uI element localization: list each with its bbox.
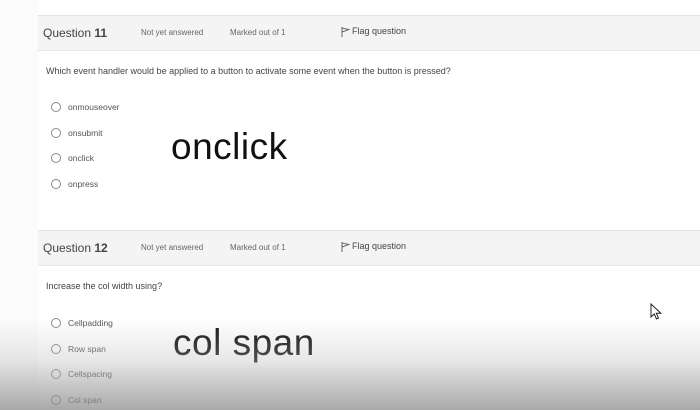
flag-question-button[interactable]: Flag question (341, 26, 406, 37)
question-number: Question 12 (43, 241, 108, 255)
mouse-cursor-icon (650, 302, 663, 325)
radio-icon[interactable] (51, 395, 61, 405)
question-header: Question 12 Not yet answered Marked out … (38, 230, 700, 266)
question-text: Increase the col width using? (46, 281, 163, 291)
flag-question-button[interactable]: Flag question (341, 241, 406, 252)
question-text: Which event handler would be applied to … (46, 66, 451, 76)
question-header: Question 11 Not yet answered Marked out … (38, 15, 700, 51)
answer-option-label: onsubmit (68, 128, 103, 138)
photo-shading (0, 318, 700, 410)
answer-option[interactable]: Col span (51, 395, 102, 407)
radio-icon[interactable] (51, 102, 61, 112)
answer-option[interactable]: onclick (51, 153, 94, 165)
question-marks: Marked out of 1 (230, 243, 286, 252)
radio-icon[interactable] (51, 128, 61, 138)
question-number: Question 11 (43, 26, 108, 40)
flag-icon (341, 26, 352, 37)
answer-option[interactable]: onmouseover (51, 102, 120, 114)
answer-option[interactable]: onpress (51, 179, 98, 191)
answer-option-label: Cellpadding (68, 318, 113, 328)
radio-icon[interactable] (51, 318, 61, 328)
flag-question-label: Flag question (352, 26, 407, 36)
radio-icon[interactable] (51, 179, 61, 189)
radio-icon[interactable] (51, 369, 61, 379)
radio-icon[interactable] (51, 153, 61, 163)
answer-option[interactable]: onsubmit (51, 128, 103, 140)
radio-icon[interactable] (51, 344, 61, 354)
answer-option-label: onmouseover (68, 102, 120, 112)
answer-option[interactable]: Cellpadding (51, 318, 113, 330)
answer-option-label: onpress (68, 179, 99, 189)
answer-option-label: Cellspacing (68, 369, 112, 379)
answer-option[interactable]: Row span (51, 344, 106, 356)
flag-question-label: Flag question (352, 241, 407, 251)
answer-annotation: col span (173, 322, 315, 363)
flag-icon (341, 241, 352, 252)
answer-option-label: Row span (68, 344, 106, 354)
answer-option-label: Col span (68, 395, 102, 405)
page-margin (0, 0, 38, 410)
question-marks: Marked out of 1 (230, 28, 286, 37)
question-status: Not yet answered (141, 243, 204, 252)
answer-option-label: onclick (68, 153, 94, 163)
answer-option[interactable]: Cellspacing (51, 369, 112, 381)
question-status: Not yet answered (141, 28, 204, 37)
answer-annotation: onclick (171, 126, 288, 167)
